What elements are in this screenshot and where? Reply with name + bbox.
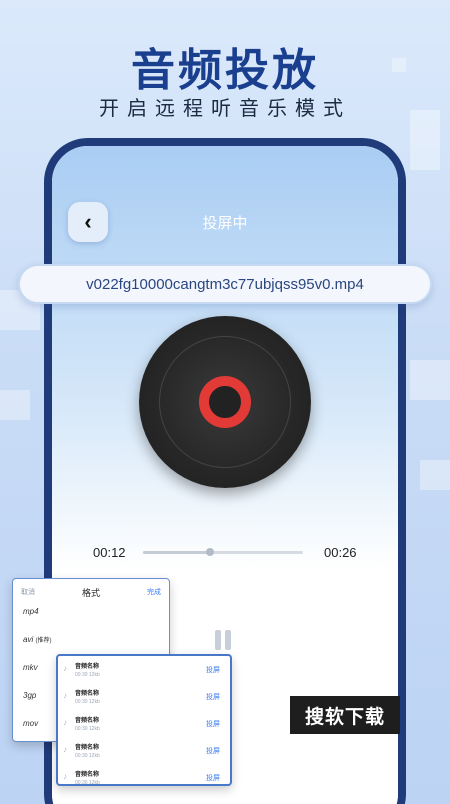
promo-headline: 音频投放	[131, 46, 319, 95]
list-item[interactable]: ♪ 音频名称 00:30 12kb 投屏	[58, 712, 230, 738]
list-item[interactable]: ♪ 音频名称 00:30 12kb 投屏	[58, 739, 230, 765]
audio-meta: 00:30 12kb	[75, 780, 100, 786]
cast-button[interactable]: 投屏	[206, 665, 220, 675]
vinyl-disc-icon	[139, 316, 311, 488]
decorative-square	[420, 460, 450, 490]
audio-meta: 00:30 12kb	[75, 726, 100, 732]
format-option[interactable]: mkv	[23, 663, 38, 672]
audio-name: 音频名称	[75, 691, 100, 697]
music-note-icon: ♪	[63, 691, 67, 700]
promo-subline: 开启远程听音乐模式	[99, 98, 351, 120]
format-option[interactable]: mp4	[23, 607, 39, 616]
cast-button[interactable]: 投屏	[206, 746, 220, 756]
music-note-icon: ♪	[63, 718, 67, 727]
format-option[interactable]: mov	[23, 719, 38, 728]
cast-button[interactable]: 投屏	[206, 692, 220, 702]
progress-fill	[143, 551, 211, 554]
format-title: 格式	[81, 588, 100, 598]
disc-center-label	[199, 376, 251, 428]
cast-button[interactable]: 投屏	[206, 773, 220, 783]
cast-button[interactable]: 投屏	[206, 719, 220, 729]
list-item[interactable]: ♪ 音频名称 00:30 12kb 投屏	[58, 658, 230, 684]
total-time: 00:26	[324, 545, 357, 560]
audio-meta: 00:30 12kb	[75, 699, 100, 705]
decorative-square	[410, 360, 450, 400]
music-note-icon: ♪	[63, 772, 67, 781]
format-option[interactable]: 3gp	[23, 691, 36, 700]
music-note-icon: ♪	[63, 664, 67, 673]
decorative-square	[0, 390, 30, 420]
progress-slider[interactable]	[143, 548, 303, 556]
format-done-button[interactable]: 完成	[147, 587, 161, 597]
audio-name: 音频名称	[75, 664, 100, 670]
audio-name: 音频名称	[75, 745, 100, 751]
watermark-badge: 搜软下载	[290, 696, 400, 734]
audio-meta: 00:30 12kb	[75, 672, 100, 678]
list-item[interactable]: ♪ 音频名称 00:30 12kb 投屏	[58, 766, 230, 786]
audio-name: 音频名称	[75, 772, 100, 778]
list-item[interactable]: ♪ 音频名称 00:30 12kb 投屏	[58, 685, 230, 711]
current-time: 00:12	[93, 545, 126, 560]
audio-meta: 00:30 12kb	[75, 753, 100, 759]
music-note-icon: ♪	[63, 745, 67, 754]
pause-icon[interactable]	[215, 630, 233, 650]
screen-title: 投屏中	[202, 215, 248, 232]
audio-list-card: ♪ 音频名称 00:30 12kb 投屏 ♪ 音频名称 00:30 12kb 投…	[56, 654, 232, 786]
filename-bar: v022fg10000cangtm3c77ubjqss95v0.mp4	[18, 264, 432, 304]
format-option[interactable]: avi (推荐)	[23, 635, 51, 644]
filename-text: v022fg10000cangtm3c77ubjqss95v0.mp4	[86, 275, 364, 293]
audio-name: 音频名称	[75, 718, 100, 724]
